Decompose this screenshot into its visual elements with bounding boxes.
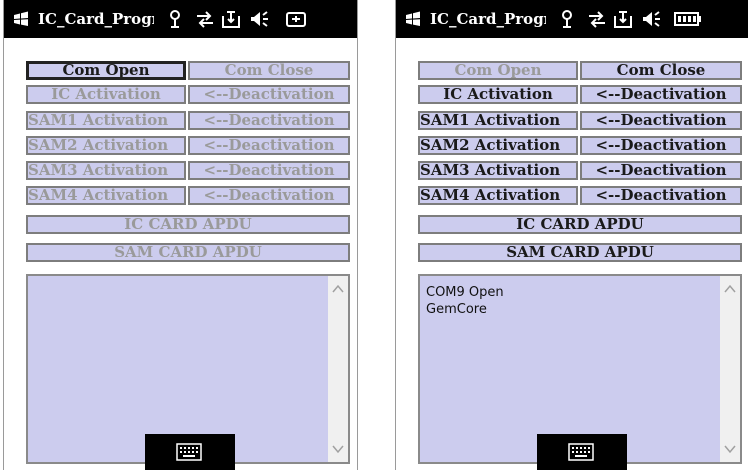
sam3-activation-button[interactable]: SAM3 Activation [26, 161, 186, 180]
sync-arrows-icon[interactable] [194, 8, 216, 30]
com-open-button[interactable]: Com Open [26, 61, 186, 80]
ic-activation-button[interactable]: IC Activation [418, 85, 578, 104]
sam-card-apdu-button[interactable]: SAM CARD APDU [418, 243, 742, 262]
sam4-activation-button[interactable]: SAM4 Activation [26, 186, 186, 205]
sam2-deactivation-button[interactable]: <--Deactivation [580, 136, 742, 155]
vertical-scrollbar[interactable] [720, 276, 740, 462]
keyboard-icon [568, 443, 594, 461]
scroll-up-arrow-icon[interactable] [332, 284, 344, 294]
charging-plug-icon[interactable] [284, 8, 306, 30]
sam1-activation-button[interactable]: SAM1 Activation [26, 111, 186, 130]
title-bar: IC_Card_Progr [396, 0, 748, 38]
sam1-deactivation-button[interactable]: <--Deactivation [188, 111, 350, 130]
sam4-deactivation-button[interactable]: <--Deactivation [188, 186, 350, 205]
app-title: IC_Card_Progr [430, 10, 546, 28]
app-title: IC_Card_Progr [38, 10, 154, 28]
ic-card-apdu-button[interactable]: IC CARD APDU [26, 215, 350, 234]
ic-activation-button[interactable]: IC Activation [26, 85, 186, 104]
sam4-deactivation-button[interactable]: <--Deactivation [580, 186, 742, 205]
sam3-deactivation-button[interactable]: <--Deactivation [188, 161, 350, 180]
sam4-activation-button[interactable]: SAM4 Activation [418, 186, 578, 205]
inbox-icon[interactable] [220, 8, 242, 30]
sam3-deactivation-button[interactable]: <--Deactivation [580, 161, 742, 180]
sam-card-apdu-button[interactable]: SAM CARD APDU [26, 243, 350, 262]
scroll-down-arrow-icon[interactable] [332, 444, 344, 454]
ic-card-apdu-button[interactable]: IC CARD APDU [418, 215, 742, 234]
windows-flag-icon[interactable] [404, 10, 422, 28]
speaker-icon[interactable] [248, 8, 270, 30]
sam1-activation-button[interactable]: SAM1 Activation [418, 111, 578, 130]
sam2-activation-button[interactable]: SAM2 Activation [418, 136, 578, 155]
ic-deactivation-button[interactable]: <--Deactivation [580, 85, 742, 104]
sam3-activation-button[interactable]: SAM3 Activation [418, 161, 578, 180]
sam2-deactivation-button[interactable]: <--Deactivation [188, 136, 350, 155]
com-close-button[interactable]: Com Close [188, 61, 350, 80]
antenna-icon[interactable] [164, 8, 186, 30]
com-close-button[interactable]: Com Close [580, 61, 742, 80]
log-text: COM9 Open GemCore [426, 285, 504, 317]
scroll-down-arrow-icon[interactable] [724, 444, 736, 454]
left-device-screen: IC_Card_Progr Com Open Com Close IC Acti… [3, 0, 358, 470]
right-device-screen: IC_Card_Progr Com Open Com Close IC Acti… [395, 0, 748, 470]
sam1-deactivation-button[interactable]: <--Deactivation [580, 111, 742, 130]
ic-deactivation-button[interactable]: <--Deactivation [188, 85, 350, 104]
battery-icon[interactable] [674, 8, 702, 30]
com-open-button[interactable]: Com Open [418, 61, 578, 80]
windows-flag-icon[interactable] [12, 10, 30, 28]
scroll-up-arrow-icon[interactable] [724, 284, 736, 294]
sam2-activation-button[interactable]: SAM2 Activation [26, 136, 186, 155]
keyboard-toggle-button[interactable] [537, 434, 627, 470]
keyboard-icon [176, 443, 202, 461]
keyboard-toggle-button[interactable] [145, 434, 235, 470]
sync-arrows-icon[interactable] [586, 8, 608, 30]
antenna-icon[interactable] [556, 8, 578, 30]
inbox-icon[interactable] [612, 8, 634, 30]
vertical-scrollbar[interactable] [328, 276, 348, 462]
title-bar: IC_Card_Progr [4, 0, 357, 38]
speaker-icon[interactable] [640, 8, 662, 30]
